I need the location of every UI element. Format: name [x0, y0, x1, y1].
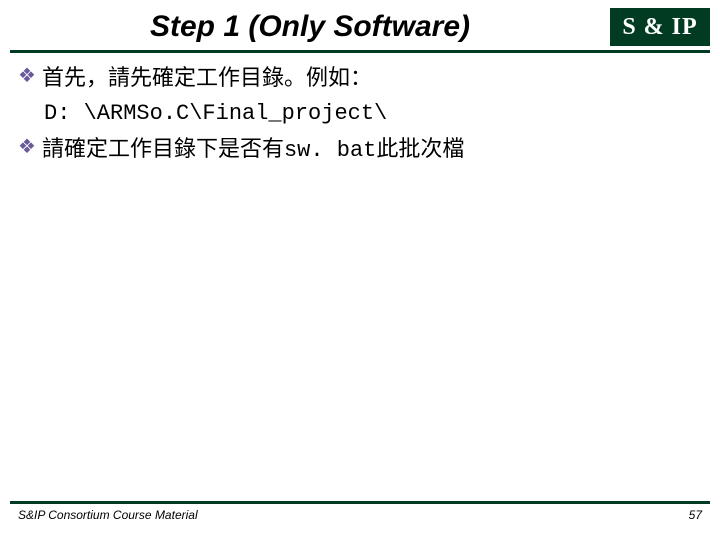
- bullet-2-prefix: 請確定工作目錄下是否有: [42, 136, 284, 161]
- footer-row: S&IP Consortium Course Material 57: [10, 508, 710, 522]
- bullet-item-2: ❖ 請確定工作目錄下是否有sw. bat此批次檔: [18, 134, 702, 166]
- bottom-divider: [10, 501, 710, 504]
- bullet-2-suffix: 此批次檔: [376, 136, 464, 161]
- diamond-bullet-icon: ❖: [18, 134, 36, 161]
- footer-left-text: S&IP Consortium Course Material: [18, 508, 198, 522]
- slide-title: Step 1 (Only Software): [10, 10, 610, 44]
- bullet-2-text: 請確定工作目錄下是否有sw. bat此批次檔: [42, 134, 702, 166]
- bullet-2-code: sw. bat: [284, 138, 376, 163]
- bullet-1-text: 首先，請先確定工作目錄。例如：: [42, 63, 702, 93]
- footer: S&IP Consortium Course Material 57: [10, 501, 710, 522]
- slide: Step 1 (Only Software) S & IP ❖ 首先，請先確定工…: [0, 0, 720, 540]
- content-area: ❖ 首先，請先確定工作目錄。例如： D: \ARMSo.C\Final_proj…: [0, 53, 720, 166]
- title-row: Step 1 (Only Software) S & IP: [0, 0, 720, 46]
- page-number: 57: [689, 508, 702, 522]
- bullet-item-1: ❖ 首先，請先確定工作目錄。例如：: [18, 63, 702, 93]
- diamond-bullet-icon: ❖: [18, 63, 36, 90]
- path-line: D: \ARMSo.C\Final_project\: [18, 99, 702, 129]
- logo-badge: S & IP: [610, 8, 710, 46]
